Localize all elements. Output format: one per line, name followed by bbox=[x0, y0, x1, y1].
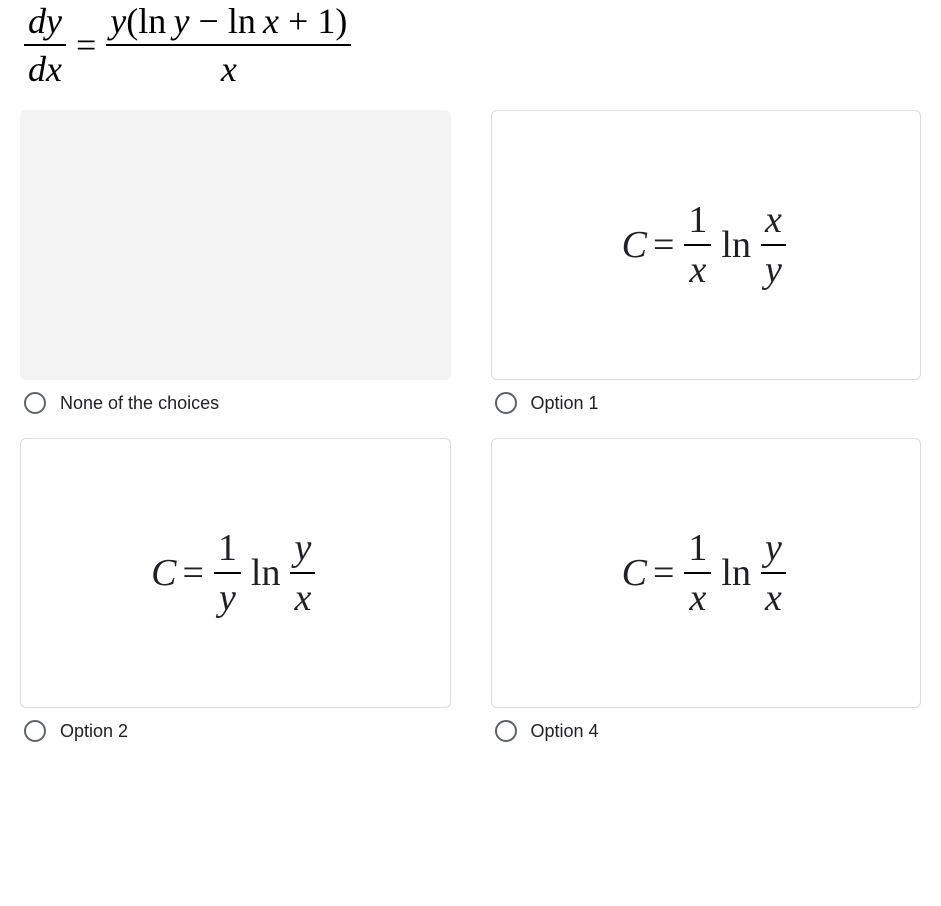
opt2-eq: = bbox=[182, 551, 203, 595]
opt4-C: C bbox=[622, 551, 647, 595]
rhs-numerator: y(ln y − ln x + 1) bbox=[106, 0, 351, 44]
opt1-eq: = bbox=[653, 223, 674, 267]
opt1-ln: ln bbox=[721, 223, 751, 267]
rhs-lny-y: y bbox=[174, 1, 190, 41]
opt4-frac1-den: x bbox=[684, 572, 711, 620]
opt4-frac2: y x bbox=[761, 526, 786, 620]
opt4-frac1-num: 1 bbox=[684, 526, 711, 572]
lhs-fraction: dy dx bbox=[24, 0, 66, 90]
option-2-row[interactable]: Option 2 bbox=[20, 720, 451, 742]
option-1-label: Option 1 bbox=[531, 393, 599, 414]
option-2-card[interactable]: C = 1 y ln y x bbox=[20, 438, 451, 708]
opt2-frac2-num: y bbox=[290, 526, 315, 572]
opt1-frac2: x y bbox=[761, 198, 786, 292]
plus-sign: + bbox=[288, 1, 308, 41]
option-4-row[interactable]: Option 4 bbox=[491, 720, 922, 742]
opt2-ln: ln bbox=[251, 551, 281, 595]
opt2-frac1-den: y bbox=[214, 572, 241, 620]
opt4-frac2-num: y bbox=[761, 526, 786, 572]
option-4: C = 1 x ln y x Option 4 bbox=[491, 438, 922, 742]
option-4-card[interactable]: C = 1 x ln y x bbox=[491, 438, 922, 708]
rhs-y: y bbox=[110, 1, 126, 41]
rhs-lnx-x: x bbox=[263, 1, 279, 41]
ln-2: ln bbox=[228, 1, 256, 41]
radio-icon[interactable] bbox=[24, 720, 46, 742]
option-2-label: Option 2 bbox=[60, 721, 128, 742]
opt1-frac2-den: y bbox=[761, 244, 786, 292]
option-1-row[interactable]: Option 1 bbox=[491, 392, 922, 414]
ln-1: ln bbox=[138, 1, 166, 41]
option-4-label: Option 4 bbox=[531, 721, 599, 742]
open-paren: ( bbox=[126, 1, 138, 41]
opt4-frac1: 1 x bbox=[684, 526, 711, 620]
opt1-frac1-den: x bbox=[684, 244, 711, 292]
opt4-ln: ln bbox=[721, 551, 751, 595]
option-1-card[interactable]: C = 1 x ln x y bbox=[491, 110, 922, 380]
lhs-numerator: dy bbox=[24, 0, 66, 44]
rhs-fraction: y(ln y − ln x + 1) x bbox=[106, 0, 351, 90]
option-1: C = 1 x ln x y Option 1 bbox=[491, 110, 922, 414]
radio-icon[interactable] bbox=[495, 720, 517, 742]
opt2-frac1-num: 1 bbox=[214, 526, 241, 572]
opt1-C: C bbox=[622, 223, 647, 267]
opt4-eq: = bbox=[653, 551, 674, 595]
opt2-frac1: 1 y bbox=[214, 526, 241, 620]
radio-icon[interactable] bbox=[495, 392, 517, 414]
question-equation: dy dx = y(ln y − ln x + 1) x bbox=[0, 0, 941, 110]
equals-sign: = bbox=[76, 24, 96, 66]
opt1-frac2-num: x bbox=[761, 198, 786, 244]
opt2-frac2: y x bbox=[290, 526, 315, 620]
radio-icon[interactable] bbox=[24, 392, 46, 414]
one: 1 bbox=[317, 1, 335, 41]
lhs-denominator: dx bbox=[24, 44, 66, 90]
opt2-frac2-den: x bbox=[290, 572, 315, 620]
option-none-card[interactable] bbox=[20, 110, 451, 380]
option-none-label: None of the choices bbox=[60, 393, 219, 414]
option-2: C = 1 y ln y x Option 2 bbox=[20, 438, 451, 742]
minus-sign: − bbox=[199, 1, 219, 41]
option-none-row[interactable]: None of the choices bbox=[20, 392, 451, 414]
rhs-denominator: x bbox=[106, 44, 351, 90]
option-none: None of the choices bbox=[20, 110, 451, 414]
close-paren: ) bbox=[335, 1, 347, 41]
options-grid: None of the choices C = 1 x ln x y Optio… bbox=[0, 110, 941, 742]
opt1-frac1: 1 x bbox=[684, 198, 711, 292]
opt1-frac1-num: 1 bbox=[684, 198, 711, 244]
opt4-frac2-den: x bbox=[761, 572, 786, 620]
opt2-C: C bbox=[151, 551, 176, 595]
